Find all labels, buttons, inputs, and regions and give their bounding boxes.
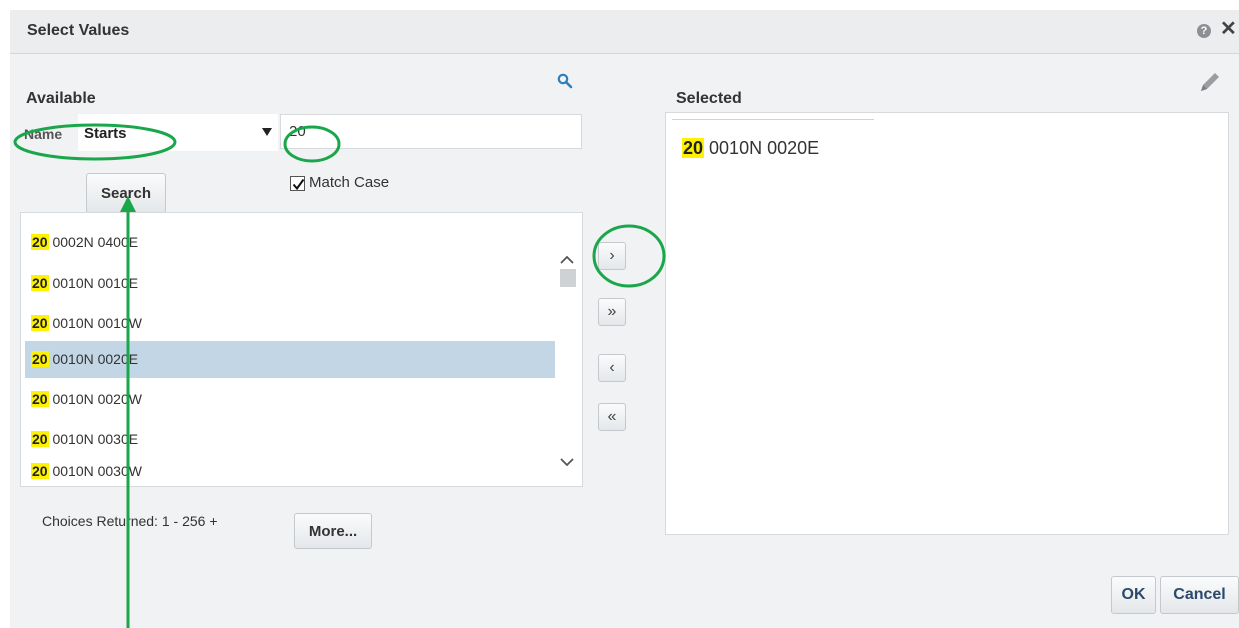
operator-select[interactable]: Starts — [78, 114, 278, 151]
available-heading: Available — [26, 90, 96, 107]
divider — [672, 119, 874, 120]
cancel-button[interactable]: Cancel — [1160, 576, 1239, 614]
more-button[interactable]: More... — [294, 513, 372, 549]
dropdown-caret-icon — [262, 128, 272, 136]
search-button[interactable]: Search — [86, 173, 166, 213]
name-label: Name — [24, 126, 63, 142]
selected-item[interactable]: 20 0010N 0020E — [682, 138, 819, 159]
list-item-selected[interactable]: 20 0010N 0020E — [25, 341, 555, 378]
dialog-title: Select Values — [27, 22, 130, 39]
list-item[interactable]: 20 0010N 0030W — [25, 453, 555, 490]
pencil-icon[interactable] — [1198, 70, 1222, 94]
selected-list[interactable]: 20 0010N 0020E — [665, 112, 1229, 535]
ok-button[interactable]: OK — [1111, 576, 1156, 614]
list-item[interactable]: 20 0010N 0010W — [25, 305, 555, 342]
operator-value: Starts — [84, 125, 127, 142]
scroll-down-icon[interactable] — [558, 453, 576, 471]
question-circle-icon[interactable]: ? — [1197, 24, 1211, 38]
scrollbar-thumb[interactable] — [560, 269, 576, 287]
list-item[interactable]: 20 0002N 0400E — [25, 224, 555, 261]
match-case-label: Match Case — [309, 174, 390, 191]
search-icon[interactable] — [557, 73, 573, 89]
choices-returned-text: Choices Returned: 1 - 256 + — [42, 513, 218, 529]
remove-button[interactable]: ‹ — [598, 354, 626, 382]
list-item[interactable]: 20 0010N 0010E — [25, 265, 555, 302]
scroll-up-icon[interactable] — [558, 251, 576, 269]
dialog-titlebar: Select Values ? ✕ — [10, 10, 1239, 54]
close-icon[interactable]: ✕ — [1220, 19, 1237, 39]
selected-heading: Selected — [676, 90, 742, 107]
move-all-button[interactable]: » — [598, 298, 626, 326]
search-value-input[interactable]: 20 — [280, 114, 582, 149]
list-item[interactable]: 20 0010N 0020W — [25, 381, 555, 418]
remove-all-button[interactable]: « — [598, 403, 626, 431]
move-button[interactable]: › — [598, 242, 626, 270]
checkmark-icon — [292, 178, 305, 191]
available-list[interactable]: 20 0002N 0400E 20 0010N 0010E 20 0010N 0… — [20, 212, 583, 487]
match-case-checkbox[interactable] — [290, 176, 305, 191]
